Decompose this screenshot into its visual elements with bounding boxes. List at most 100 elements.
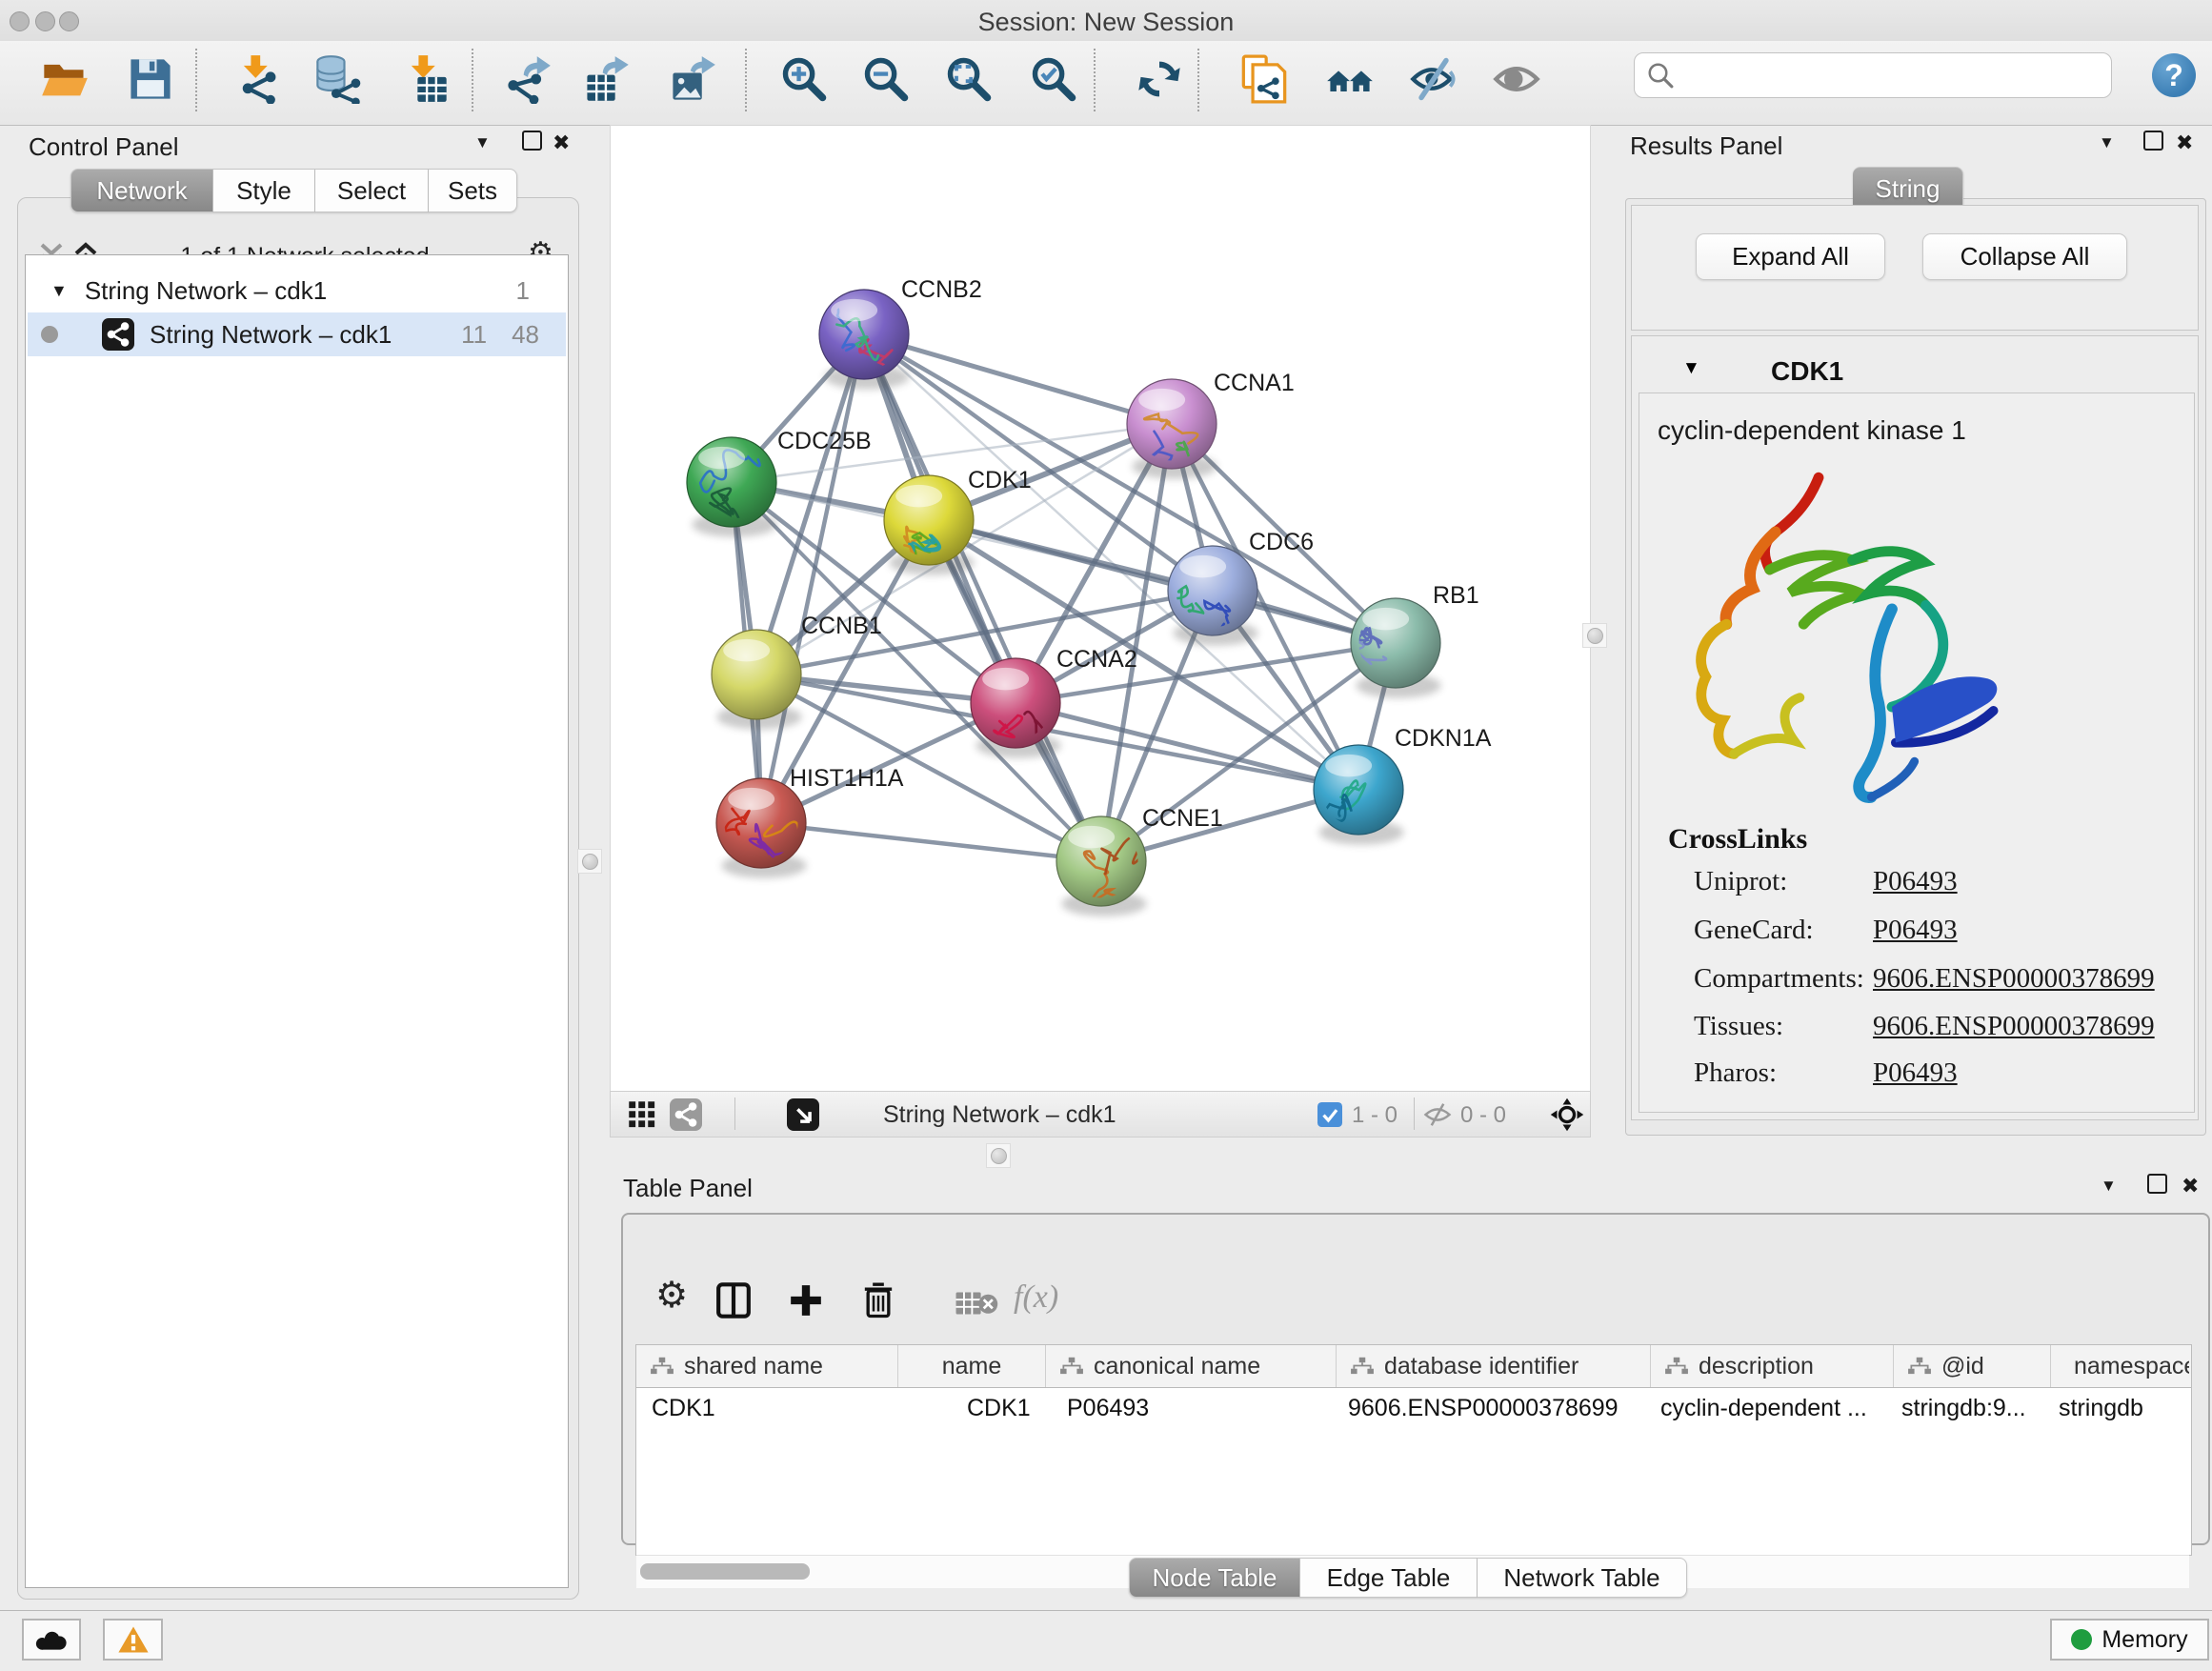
- zoom-out-icon: [861, 54, 911, 104]
- table-panel-close-icon[interactable]: ✖: [2182, 1174, 2199, 1198]
- collapse-all-button[interactable]: Collapse All: [1922, 233, 2127, 280]
- control-panel-float-icon[interactable]: [522, 131, 542, 156]
- tab-sets[interactable]: Sets: [429, 169, 517, 212]
- tab-node-table[interactable]: Node Table: [1129, 1558, 1300, 1598]
- network-edge-CCNB2-CCNA1[interactable]: [864, 334, 1172, 424]
- refresh-view-button[interactable]: [1133, 52, 1186, 106]
- node-label-CCNB2: CCNB2: [901, 276, 982, 303]
- crosslink-value[interactable]: P06493: [1873, 1057, 1958, 1089]
- export-image-button[interactable]: [666, 52, 719, 106]
- clone-network-button[interactable]: [1237, 52, 1291, 106]
- open-session-button[interactable]: [38, 52, 91, 106]
- results-panel-close-icon[interactable]: ✖: [2176, 131, 2193, 155]
- network-view-toolbar: String Network – cdk1 1 - 0 0 - 0: [610, 1091, 1591, 1137]
- cytoscape-window: Session: New Session: [0, 0, 2212, 1671]
- hidden-count: 0 - 0: [1460, 1102, 1506, 1129]
- toolbar-separator: [1094, 49, 1096, 111]
- results-panel-title: Results Panel: [1630, 131, 1782, 161]
- network-row[interactable]: String Network – cdk1 11 48: [28, 312, 566, 356]
- column-header[interactable]: description: [1651, 1345, 1894, 1387]
- control-panel-close-icon[interactable]: ✖: [553, 131, 570, 155]
- crosslink-value[interactable]: P06493: [1873, 866, 1958, 897]
- crosslink-label: Tissues:: [1694, 1011, 1783, 1042]
- cloud-button[interactable]: [22, 1619, 81, 1661]
- show-columns-icon[interactable]: [714, 1281, 753, 1319]
- tab-edge-table[interactable]: Edge Table: [1300, 1558, 1478, 1598]
- scrollbar-thumb[interactable]: [640, 1563, 810, 1580]
- crosshair-icon[interactable]: [1550, 1097, 1584, 1132]
- memory-status-dot: [2071, 1629, 2092, 1650]
- column-header[interactable]: @id: [1894, 1345, 2051, 1387]
- selected-count: 1 - 0: [1352, 1102, 1398, 1129]
- tab-network[interactable]: Network: [70, 169, 213, 212]
- zoom-selected-button[interactable]: [1027, 52, 1080, 106]
- network-node-count: 11: [461, 320, 487, 350]
- warnings-button[interactable]: [103, 1619, 163, 1661]
- crosslinks-title: CrossLinks: [1668, 823, 1807, 856]
- network-edge-CCNB2-HIST1H1A[interactable]: [761, 334, 864, 823]
- right-divider-grip[interactable]: [1582, 623, 1607, 648]
- gene-description: cyclin-dependent kinase 1: [1658, 415, 1966, 446]
- network-share-icon[interactable]: [670, 1098, 702, 1131]
- export-table-button[interactable]: [580, 52, 633, 106]
- current-network-name: String Network – cdk1: [883, 1101, 1116, 1129]
- hide-selected-button[interactable]: [1407, 52, 1460, 106]
- zoom-in-button[interactable]: [777, 52, 831, 106]
- results-panel-menu-icon[interactable]: ▼: [2099, 131, 2115, 155]
- crosslink-value[interactable]: P06493: [1873, 915, 1958, 946]
- save-session-button[interactable]: [124, 52, 177, 106]
- zoom-fit-icon: [944, 54, 994, 104]
- help-button[interactable]: ?: [2152, 53, 2196, 97]
- crosslink-value[interactable]: 9606.ENSP00000378699: [1873, 1011, 2155, 1042]
- column-header[interactable]: canonical name: [1046, 1345, 1337, 1387]
- network-current-dot-icon: [41, 326, 58, 343]
- function-builder-icon: f(x): [1014, 1279, 1058, 1316]
- save-icon: [126, 54, 175, 104]
- table-panel-menu-icon[interactable]: ▼: [2101, 1174, 2117, 1198]
- export-network-button[interactable]: [501, 52, 554, 106]
- tab-select[interactable]: Select: [315, 169, 429, 212]
- search-field[interactable]: [1634, 52, 2112, 98]
- left-divider-grip[interactable]: [577, 849, 602, 874]
- table-panel-tabs: Node Table Edge Table Network Table: [1129, 1558, 1687, 1598]
- column-header[interactable]: namespace: [2051, 1345, 2189, 1387]
- network-graph[interactable]: CCNB2CCNA1CDC25BCDK1CDC6RB1CCNB1CCNA2CDK…: [611, 126, 1590, 1092]
- viewbar-separator: [734, 1097, 735, 1130]
- table-panel-float-icon[interactable]: [2147, 1174, 2167, 1199]
- import-table-from-file-button[interactable]: [399, 52, 452, 106]
- control-panel-menu-icon[interactable]: ▼: [474, 131, 491, 155]
- tab-network-table[interactable]: Network Table: [1478, 1558, 1687, 1598]
- memory-button[interactable]: Memory: [2050, 1619, 2209, 1661]
- table-row[interactable]: CDK1 CDK1 P06493 9606.ENSP00000378699 cy…: [636, 1388, 2191, 1428]
- network-edge-count: 48: [512, 320, 539, 350]
- birdseye-view-icon[interactable]: [787, 1098, 819, 1131]
- column-header[interactable]: name: [898, 1345, 1046, 1387]
- zoom-out-button[interactable]: [859, 52, 913, 106]
- network-canvas[interactable]: CCNB2CCNA1CDC25BCDK1CDC6RB1CCNB1CCNA2CDK…: [610, 125, 1591, 1093]
- gene-collapse-icon[interactable]: ▼: [1682, 358, 1700, 379]
- hidden-eye-slash-icon[interactable]: [1423, 1101, 1452, 1128]
- networks-overview-button[interactable]: [1323, 52, 1377, 106]
- expand-all-button[interactable]: Expand All: [1696, 233, 1885, 280]
- network-edge-HIST1H1A-CCNE1[interactable]: [761, 823, 1101, 861]
- network-collection-row[interactable]: ▼ String Network – cdk1 1: [28, 269, 566, 312]
- zoom-fit-button[interactable]: [942, 52, 995, 106]
- tab-style[interactable]: Style: [213, 169, 315, 212]
- status-bar: Memory: [0, 1610, 2212, 1671]
- import-network-from-file-button[interactable]: [231, 52, 285, 106]
- results-panel-float-icon[interactable]: [2143, 131, 2163, 156]
- delete-column-icon[interactable]: [859, 1279, 897, 1319]
- import-network-from-database-button[interactable]: [312, 52, 365, 106]
- export-table-icon: [582, 54, 632, 104]
- crosslink-value[interactable]: 9606.ENSP00000378699: [1873, 963, 2155, 995]
- grid-view-icon[interactable]: [628, 1100, 656, 1129]
- table-options-gear-icon[interactable]: ⚙: [655, 1281, 688, 1310]
- column-header[interactable]: shared name: [636, 1345, 898, 1387]
- search-input[interactable]: [1684, 57, 2098, 91]
- add-column-icon[interactable]: [787, 1281, 825, 1319]
- collection-expand-icon[interactable]: ▼: [50, 281, 68, 301]
- show-eye-button[interactable]: [1490, 52, 1543, 106]
- selected-checkbox-icon[interactable]: [1317, 1102, 1342, 1127]
- column-header[interactable]: database identifier: [1337, 1345, 1651, 1387]
- import-database-icon: [313, 54, 363, 104]
